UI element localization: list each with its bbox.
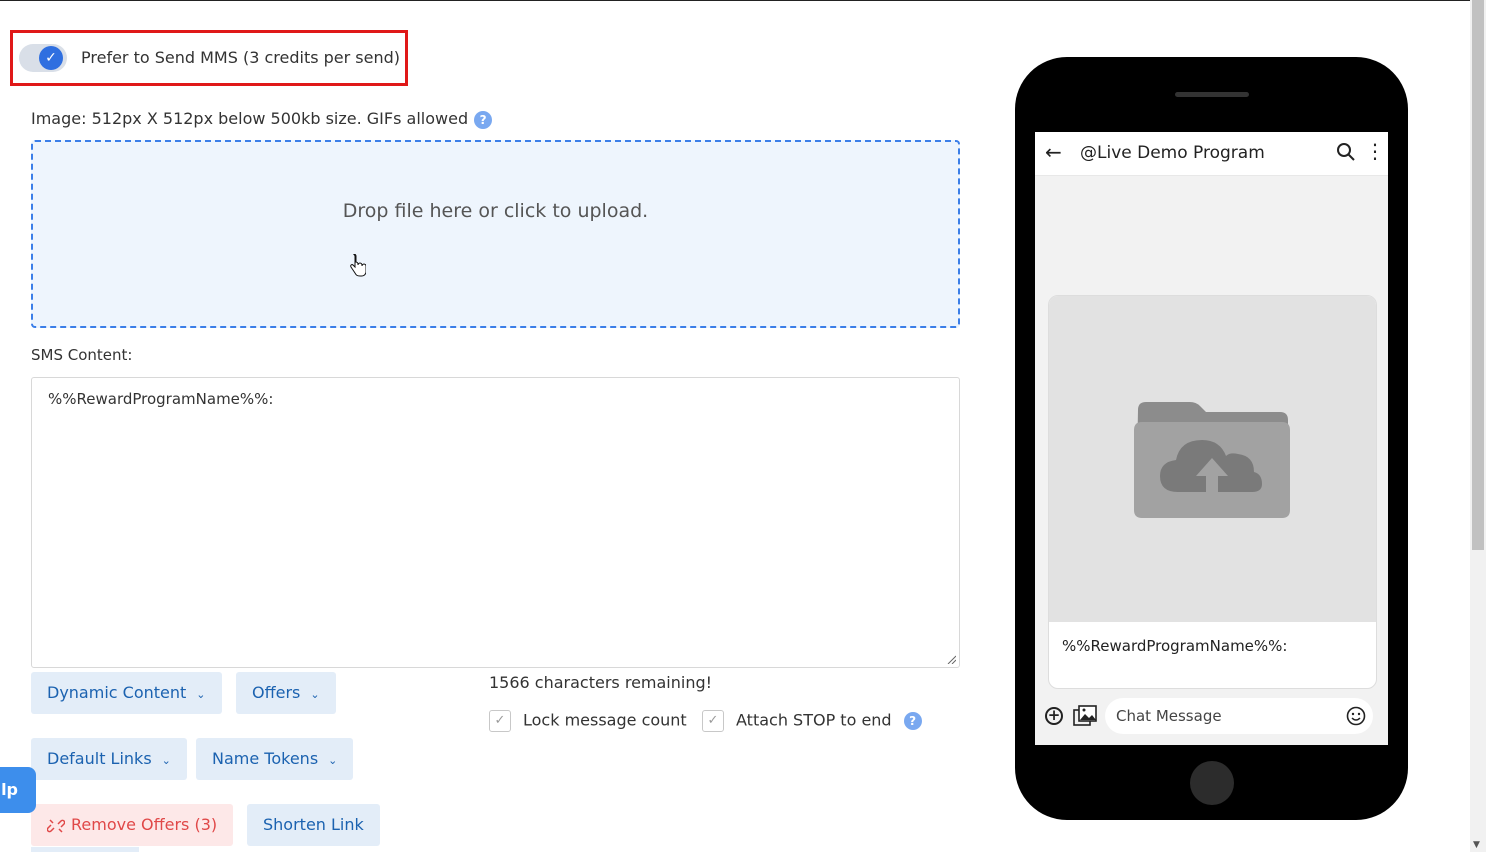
help-icon[interactable]: ? [903, 712, 922, 730]
check-icon: ✓ [39, 46, 63, 70]
resize-handle-icon[interactable] [946, 654, 956, 664]
mms-toggle-label: Prefer to Send MMS (3 credits per send) [81, 48, 401, 67]
chevron-down-icon: ⌄ [310, 688, 320, 701]
message-image-placeholder [1049, 296, 1376, 622]
phone-home-button [1190, 761, 1234, 805]
more-vertical-icon[interactable]: ⋮ [1365, 140, 1385, 162]
shorten-link-button[interactable]: Shorten Link [247, 804, 380, 846]
back-arrow-icon[interactable]: ← [1045, 140, 1062, 164]
page-scrollbar[interactable]: ▼ [1470, 0, 1486, 852]
smile-icon[interactable] [1346, 706, 1366, 726]
unlink-icon [46, 818, 66, 833]
chat-header: ← @Live Demo Program ⋮ [1035, 132, 1388, 176]
chevron-down-icon: ⌄ [196, 688, 206, 701]
sms-content-label: SMS Content: [31, 346, 133, 364]
remove-offers-label: Remove Offers (3) [71, 815, 218, 834]
help-widget-tab[interactable]: lp [0, 767, 36, 813]
search-icon[interactable] [1336, 142, 1356, 162]
default-links-label: Default Links [47, 749, 152, 768]
phone-speaker [1175, 92, 1249, 97]
attach-stop-checkbox[interactable]: ✓ [702, 710, 724, 732]
attach-stop-label: Attach STOP to end [736, 710, 892, 730]
name-tokens-dropdown[interactable]: Name Tokens ⌄ [196, 738, 354, 780]
chat-title: @Live Demo Program [1080, 143, 1265, 163]
partial-button[interactable] [31, 847, 139, 852]
phone-screen: ← @Live Demo Program ⋮ %%RewardProgramNa… [1035, 132, 1388, 745]
compose-bar: + Chat Message [1035, 695, 1388, 745]
lock-count-option[interactable]: ✓ Lock message count [489, 710, 687, 732]
help-icon[interactable]: ? [474, 110, 493, 129]
chat-message-input[interactable]: Chat Message [1105, 698, 1373, 734]
hand-cursor-icon [350, 253, 367, 283]
sms-content-textarea[interactable]: %%RewardProgramName%%: [31, 377, 960, 668]
scrollbar-thumb[interactable] [1472, 0, 1484, 550]
default-links-dropdown[interactable]: Default Links ⌄ [31, 738, 187, 780]
cloud-upload-folder-icon [1134, 402, 1290, 518]
characters-remaining: 1566 characters remaining! [489, 673, 713, 692]
offers-dropdown[interactable]: Offers ⌄ [236, 672, 336, 714]
dynamic-content-dropdown[interactable]: Dynamic Content ⌄ [31, 672, 222, 714]
phone-preview: ← @Live Demo Program ⋮ %%RewardProgramNa… [1015, 57, 1408, 820]
name-tokens-label: Name Tokens [212, 749, 319, 768]
top-divider [0, 0, 1470, 1]
dropzone-text: Drop file here or click to upload. [342, 200, 649, 222]
offers-label: Offers [252, 683, 301, 702]
message-text: %%RewardProgramName%%: [1062, 637, 1288, 655]
plus-circle-icon[interactable]: + [1045, 707, 1063, 725]
shorten-link-label: Shorten Link [263, 815, 364, 834]
file-dropzone[interactable]: Drop file here or click to upload. [31, 140, 960, 328]
scroll-down-arrow-icon[interactable]: ▼ [1473, 840, 1480, 850]
attach-stop-option[interactable]: ✓ Attach STOP to end? [702, 710, 922, 732]
lock-count-checkbox[interactable]: ✓ [489, 710, 511, 732]
gallery-icon[interactable] [1073, 705, 1097, 727]
image-requirements-text: Image: 512px X 512px below 500kb size. G… [31, 109, 469, 128]
sms-content-value: %%RewardProgramName%%: [48, 390, 274, 408]
chevron-down-icon: ⌄ [328, 754, 338, 767]
chevron-down-icon: ⌄ [161, 754, 171, 767]
message-bubble: %%RewardProgramName%%: [1048, 295, 1377, 689]
remove-offers-button[interactable]: Remove Offers (3) [31, 804, 234, 846]
image-requirements-note: Image: 512px X 512px below 500kb size. G… [31, 109, 493, 129]
dynamic-content-label: Dynamic Content [47, 683, 187, 702]
mms-toggle[interactable]: ✓ [19, 44, 67, 72]
lock-count-label: Lock message count [523, 710, 687, 730]
chat-message-placeholder: Chat Message [1116, 707, 1222, 725]
